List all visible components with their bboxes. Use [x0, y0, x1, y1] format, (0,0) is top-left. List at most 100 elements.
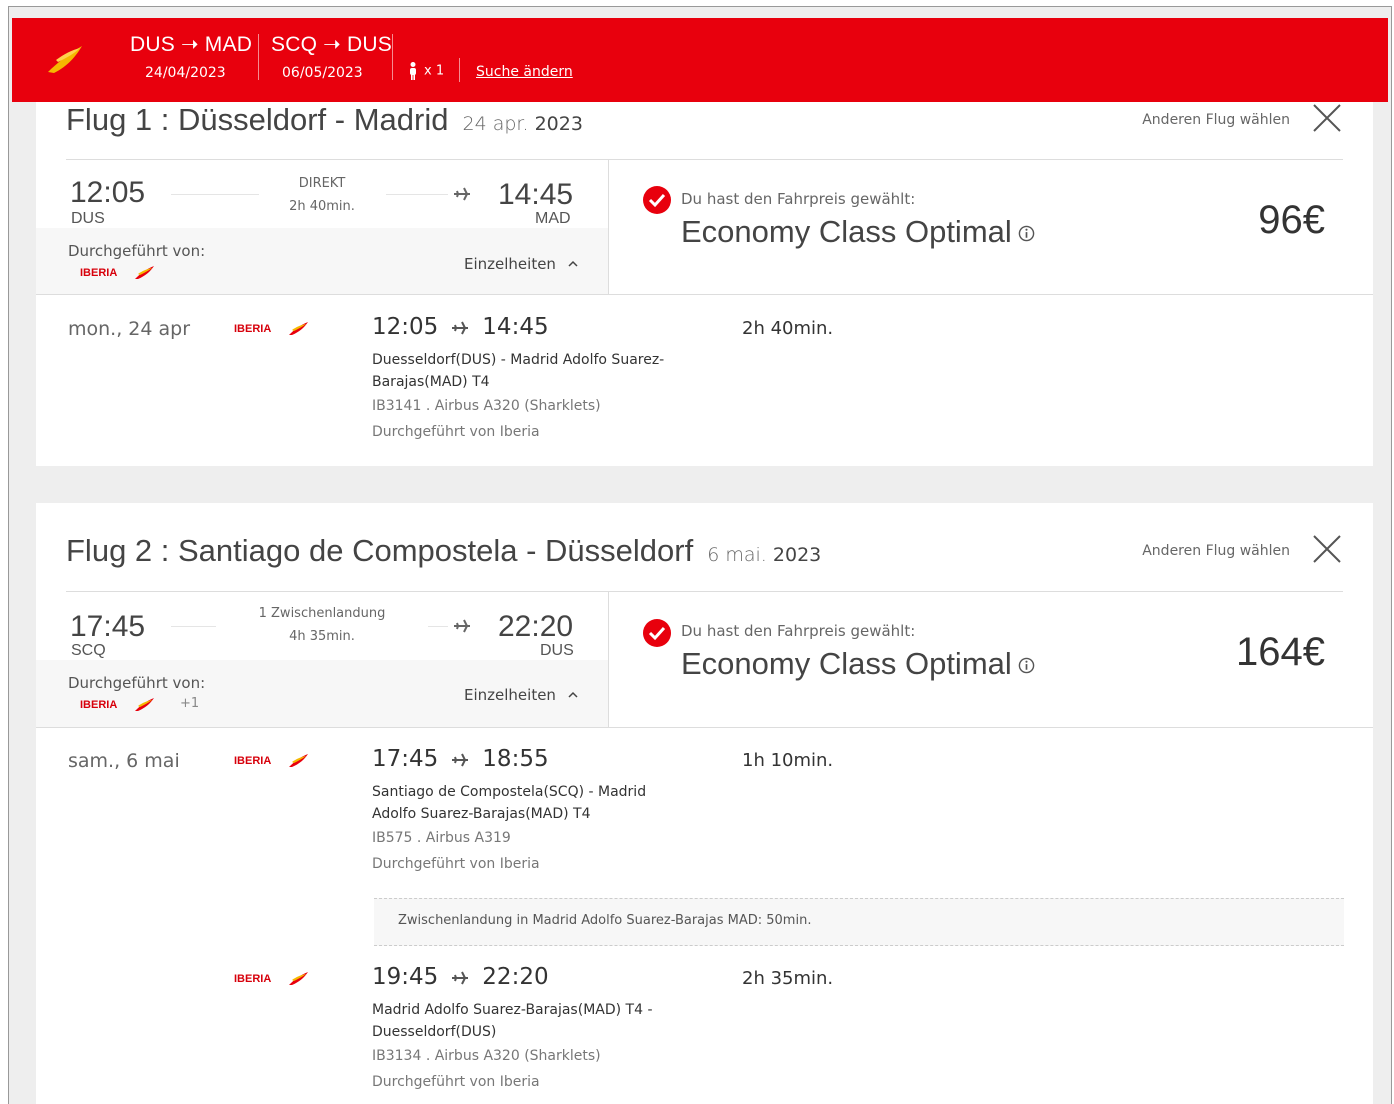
arrival-code: MAD: [535, 210, 571, 227]
leg-operator: Durchgeführt von Iberia: [372, 1074, 540, 1090]
arrival-time: 14:45: [498, 178, 574, 211]
flight-date-day: 6 mai.: [707, 544, 767, 566]
info-icon[interactable]: [1018, 657, 1035, 674]
operated-by-label: Durchgeführt von:: [68, 674, 206, 692]
leg-route: Duesseldorf(DUS) - Madrid Adolfo Suarez-…: [372, 352, 665, 390]
divider: [608, 592, 609, 727]
leg-operator: Durchgeführt von Iberia: [372, 856, 540, 872]
leg-departure: 17:45: [372, 746, 439, 772]
flight-date-year: 2023: [534, 113, 583, 135]
checkmark-icon: [643, 186, 671, 214]
divider: [36, 727, 1373, 728]
leg-duration: 2h 35min.: [742, 968, 834, 989]
flight-1-title: Flug 1 : Düsseldorf - Madrid 24 apr. 2023: [66, 102, 583, 138]
duration-label: 2h 40min.: [289, 199, 355, 214]
details-label: Einzelheiten: [464, 686, 556, 704]
iberia-logo-text: IBERIA: [234, 973, 271, 985]
iberia-logo-icon: IBERIA: [80, 266, 154, 279]
duration-label: 4h 35min.: [289, 629, 355, 644]
iberia-logo-text: IBERIA: [80, 699, 117, 711]
route-line: [171, 626, 216, 627]
flight-date-day: 24 apr.: [462, 113, 529, 135]
segment-route: DUS ➝ MAD: [130, 33, 253, 56]
top-bar: DUS ➝ MAD 24/04/2023 SCQ ➝ DUS 06/05/202…: [12, 18, 1388, 102]
arrival-code: DUS: [540, 642, 574, 659]
change-search-link[interactable]: Suche ändern: [476, 64, 573, 80]
airplane-icon: [452, 971, 469, 984]
segment-outbound[interactable]: DUS ➝ MAD 24/04/2023: [130, 32, 252, 88]
leg-flight-number: IB575 . Airbus A319: [372, 830, 511, 846]
passenger-count: x 1: [408, 62, 444, 80]
leg-flight-number: IB3141 . Airbus A320 (Sharklets): [372, 398, 601, 414]
info-icon[interactable]: [1018, 225, 1035, 242]
close-icon[interactable]: [1311, 102, 1343, 134]
chevron-up-icon: [568, 691, 578, 698]
chevron-up-icon: [568, 260, 578, 267]
iberia-logo-text: IBERIA: [80, 267, 117, 279]
airplane-icon: [452, 321, 469, 334]
other-flight-link[interactable]: Anderen Flug wählen: [1142, 112, 1290, 128]
iberia-logo-icon: IBERIA: [234, 972, 308, 985]
segment-date: 06/05/2023: [282, 65, 363, 81]
arrival-time: 22:20: [498, 610, 574, 643]
departure-time: 17:45: [70, 610, 146, 643]
flight-2-title: Flug 2 : Santiago de Compostela - Düssel…: [66, 533, 821, 569]
price: 96€: [1258, 198, 1325, 242]
leg-duration: 1h 10min.: [742, 750, 834, 771]
divider: [459, 58, 460, 82]
fare-name[interactable]: Economy Class Optimal: [681, 214, 1035, 250]
divider: [258, 34, 259, 80]
leg-times: 12:05 14:45: [372, 314, 549, 340]
airplane-icon: [452, 753, 469, 766]
operated-by-label: Durchgeführt von:: [68, 242, 206, 260]
flight-summary[interactable]: 17:45 SCQ 1 Zwischenlandung 4h 35min. 22…: [36, 592, 608, 727]
route-line: [171, 194, 259, 195]
price: 164€: [1236, 630, 1325, 674]
leg-route: Madrid Adolfo Suarez-Barajas(MAD) T4 - D…: [372, 1002, 653, 1040]
segment-return[interactable]: SCQ ➝ DUS 06/05/2023: [271, 32, 392, 88]
iberia-logo-icon[interactable]: [46, 42, 84, 76]
flight-day: mon., 24 apr: [68, 318, 191, 340]
flight-date: 6 mai. 2023: [707, 544, 821, 566]
flight-summary[interactable]: 12:05 DUS DIREKT 2h 40min. 14:45 MAD Dur…: [36, 160, 608, 294]
airplane-icon: [454, 619, 470, 633]
stops-label: DIREKT: [298, 176, 346, 191]
close-icon[interactable]: [1311, 533, 1343, 565]
fare-name-text: Economy Class Optimal: [681, 214, 1012, 249]
iberia-logo-icon: IBERIA: [80, 698, 154, 711]
segment-route: SCQ ➝ DUS: [271, 33, 392, 56]
details-toggle[interactable]: Einzelheiten: [464, 255, 579, 273]
layover-text: Zwischenlandung in Madrid Adolfo Suarez-…: [398, 913, 812, 928]
flight-day: sam., 6 mai: [68, 750, 180, 772]
flight-date: 24 apr. 2023: [462, 113, 582, 135]
leg-operator: Durchgeführt von Iberia: [372, 424, 540, 440]
details-label: Einzelheiten: [464, 255, 556, 273]
checkmark-icon: [643, 619, 671, 647]
leg-arrival: 18:55: [482, 746, 549, 772]
leg-times: 19:45 22:20: [372, 964, 549, 990]
leg-route: Santiago de Compostela(SCQ) - Madrid Ado…: [372, 784, 647, 822]
additional-operators: +1: [180, 696, 200, 711]
flight-1-card: Flug 1 : Düsseldorf - Madrid 24 apr. 2023…: [36, 102, 1373, 466]
route-line: [428, 626, 448, 627]
flight-date-year: 2023: [772, 544, 822, 566]
person-icon: [410, 62, 416, 80]
iberia-logo-text: IBERIA: [234, 323, 271, 335]
fare-name-text: Economy Class Optimal: [681, 646, 1012, 681]
flight-2-card: Flug 2 : Santiago de Compostela - Düssel…: [36, 503, 1373, 1104]
fare-name[interactable]: Economy Class Optimal: [681, 646, 1035, 682]
departure-code: DUS: [71, 210, 105, 227]
iberia-logo-text: IBERIA: [234, 755, 271, 767]
leg-times: 17:45 18:55: [372, 746, 549, 772]
route-line: [386, 194, 448, 195]
iberia-logo-icon: IBERIA: [234, 754, 308, 767]
other-flight-link[interactable]: Anderen Flug wählen: [1142, 543, 1290, 559]
flight-title-text: Flug 2 : Santiago de Compostela - Düssel…: [66, 533, 694, 568]
details-toggle[interactable]: Einzelheiten: [464, 686, 579, 704]
airplane-icon: [454, 187, 470, 201]
leg-duration: 2h 40min.: [742, 318, 834, 339]
leg-arrival: 14:45: [482, 314, 549, 340]
flight-title-text: Flug 1 : Düsseldorf - Madrid: [66, 102, 449, 137]
leg-flight-number: IB3134 . Airbus A320 (Sharklets): [372, 1048, 601, 1064]
departure-code: SCQ: [71, 642, 106, 659]
